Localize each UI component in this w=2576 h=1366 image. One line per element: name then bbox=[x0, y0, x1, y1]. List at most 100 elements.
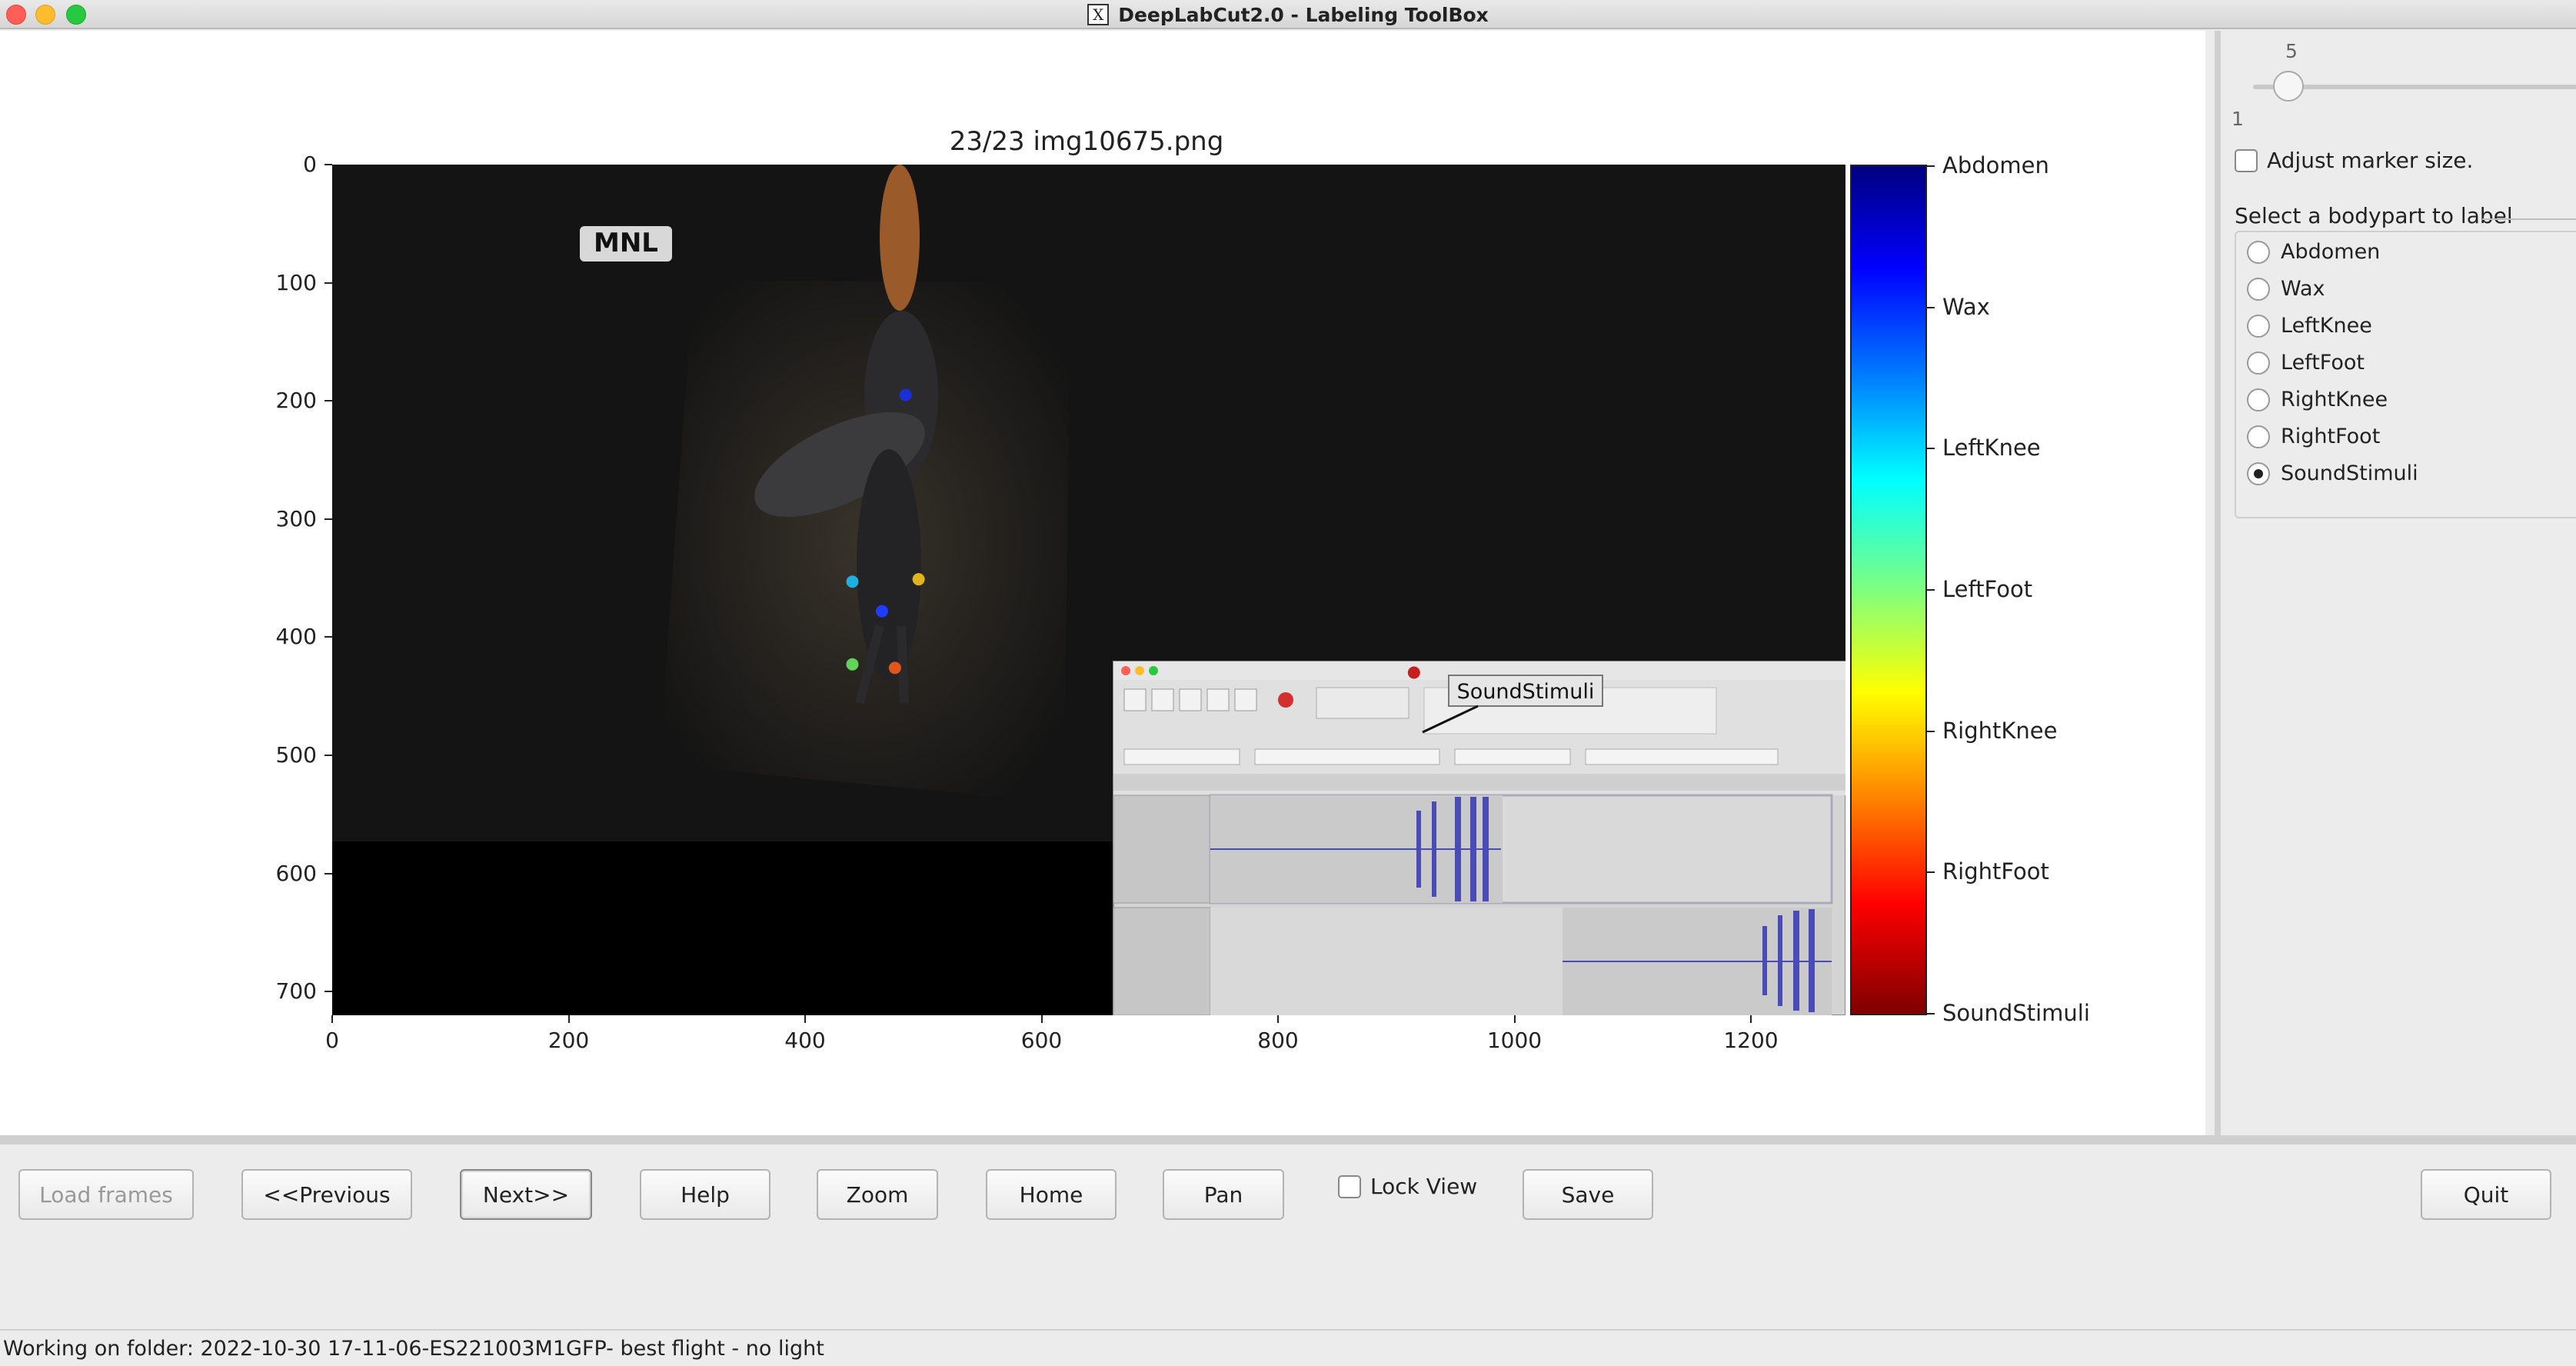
x-tick bbox=[1750, 1015, 1752, 1023]
bodypart-label: RightFoot bbox=[2281, 425, 2381, 448]
y-tick-label: 600 bbox=[275, 860, 317, 886]
y-tick-label: 500 bbox=[275, 742, 317, 768]
y-tick-label: 0 bbox=[303, 152, 317, 177]
bodypart-radio[interactable] bbox=[2247, 240, 2270, 264]
bodypart-option-abdomen[interactable]: Abdomen bbox=[2247, 240, 2380, 264]
lock-view-label: Lock View bbox=[1370, 1174, 1478, 1199]
x-tick-label: 1000 bbox=[1486, 1028, 1543, 1053]
x-tick bbox=[1040, 1015, 1043, 1023]
slider-max-label: 5 bbox=[2285, 40, 2298, 62]
x-tick-label: 200 bbox=[547, 1028, 590, 1053]
colorbar-tick bbox=[1927, 448, 1935, 450]
panel-divider[interactable] bbox=[0, 1135, 2576, 1144]
bodypart-radio[interactable] bbox=[2247, 425, 2270, 448]
y-tick bbox=[324, 400, 332, 402]
home-button[interactable]: Home bbox=[986, 1169, 1117, 1220]
bodypart-label: LeftFoot bbox=[2281, 351, 2365, 375]
lock-view-checkbox[interactable] bbox=[1338, 1174, 1361, 1198]
y-tick bbox=[324, 282, 332, 284]
marker-abdomen[interactable] bbox=[899, 388, 912, 401]
colorbar-label: SoundStimuli bbox=[1942, 1000, 2090, 1026]
bodypart-radio[interactable] bbox=[2247, 461, 2270, 485]
marker-rightfoot[interactable] bbox=[888, 661, 901, 675]
bodypart-radio[interactable] bbox=[2247, 388, 2270, 411]
y-tick bbox=[324, 518, 332, 520]
frame-image: MNL SoundStimuli bbox=[332, 165, 1845, 1015]
marker-leftknee[interactable] bbox=[846, 575, 859, 588]
pan-button[interactable]: Pan bbox=[1163, 1169, 1284, 1220]
x-tick-label: 400 bbox=[784, 1028, 826, 1053]
bodypart-option-rightfoot[interactable]: RightFoot bbox=[2247, 425, 2380, 448]
slider-min-label: 1 bbox=[2232, 108, 2244, 130]
marker-wax[interactable] bbox=[875, 605, 888, 618]
zoom-button[interactable]: Zoom bbox=[817, 1169, 938, 1220]
marker-tooltip-text: SoundStimuli bbox=[1457, 680, 1595, 704]
frame-image-axes[interactable]: MNL SoundStimuli bbox=[332, 165, 1845, 1015]
bodypart-label: Abdomen bbox=[2281, 240, 2381, 264]
marker-rightknee[interactable] bbox=[912, 573, 925, 586]
bodypart-option-leftfoot[interactable]: LeftFoot bbox=[2247, 351, 2365, 375]
y-tick bbox=[324, 872, 332, 875]
save-button[interactable]: Save bbox=[1523, 1169, 1653, 1220]
status-text: Working on folder: 2022-10-30 17-11-06-E… bbox=[3, 1336, 824, 1361]
figure-canvas[interactable]: 23/23 img10675.png MNL SoundStimuli 0 10… bbox=[0, 31, 2205, 1135]
colorbar bbox=[1850, 165, 1927, 1015]
bodypart-label: Wax bbox=[2281, 277, 2325, 301]
bodypart-label: RightKnee bbox=[2281, 388, 2388, 411]
lock-view-row[interactable]: Lock View bbox=[1338, 1174, 1477, 1199]
bodypart-radio[interactable] bbox=[2247, 314, 2270, 338]
y-tick-label: 100 bbox=[275, 269, 317, 295]
previous-button[interactable]: <<Previous bbox=[241, 1169, 412, 1220]
bodypart-radio-group: Abdomen Wax LeftKnee LeftFoot RightKnee Right… bbox=[2235, 231, 2576, 518]
y-tick bbox=[324, 164, 332, 165]
bodypart-option-rightknee[interactable]: RightKnee bbox=[2247, 388, 2388, 411]
bodypart-group-title: Select a bodypart to label bbox=[2235, 203, 2513, 228]
colorbar-label: RightFoot bbox=[1942, 858, 2049, 885]
adjust-marker-size-label: Adjust marker size. bbox=[2267, 148, 2474, 173]
colorbar-label: Wax bbox=[1942, 293, 1990, 320]
x-tick bbox=[1277, 1015, 1279, 1023]
x-tick-label: 0 bbox=[325, 1028, 339, 1053]
group-divider bbox=[2482, 218, 2576, 220]
x-tick-label: 800 bbox=[1257, 1028, 1299, 1053]
x11-app-icon: X bbox=[1087, 4, 1110, 25]
bodypart-option-leftknee[interactable]: LeftKnee bbox=[2247, 314, 2372, 338]
help-button[interactable]: Help bbox=[640, 1169, 770, 1220]
colorbar-label: LeftKnee bbox=[1942, 435, 2041, 461]
x-tick bbox=[331, 1015, 333, 1023]
stamp-label-text: MNL bbox=[594, 228, 658, 258]
colorbar-tick bbox=[1927, 165, 1935, 167]
x-tick bbox=[567, 1015, 570, 1023]
y-tick bbox=[324, 991, 332, 993]
bodypart-radio[interactable] bbox=[2247, 277, 2270, 301]
bodypart-option-wax[interactable]: Wax bbox=[2247, 277, 2325, 301]
x-tick-label: 600 bbox=[1020, 1028, 1063, 1053]
load-frames-button[interactable]: Load frames bbox=[18, 1169, 194, 1220]
y-tick bbox=[324, 755, 332, 757]
colorbar-tick bbox=[1927, 871, 1935, 874]
bodypart-label: SoundStimuli bbox=[2281, 461, 2418, 485]
colorbar-label: LeftFoot bbox=[1942, 576, 2033, 602]
marker-size-slider-knob[interactable] bbox=[2273, 71, 2304, 102]
y-tick-label: 400 bbox=[275, 624, 317, 650]
colorbar-label: RightKnee bbox=[1942, 717, 2058, 744]
bodypart-radio[interactable] bbox=[2247, 351, 2270, 375]
bodypart-label: LeftKnee bbox=[2281, 314, 2372, 338]
right-panel: 5 1 Adjust marker size. Select a bodypar… bbox=[2215, 31, 2576, 1135]
marker-soundstimuli[interactable] bbox=[1407, 666, 1420, 679]
colorbar-tick bbox=[1927, 730, 1935, 732]
status-bar: Working on folder: 2022-10-30 17-11-06-E… bbox=[0, 1329, 2576, 1366]
title-wrap: X DeepLabCut2.0 - Labeling ToolBox bbox=[0, 0, 2576, 29]
quit-button[interactable]: Quit bbox=[2421, 1169, 2551, 1220]
x-tick-label: 1200 bbox=[1723, 1028, 1779, 1053]
y-tick bbox=[324, 636, 332, 638]
next-button[interactable]: Next>> bbox=[460, 1169, 592, 1220]
colorbar-tick bbox=[1927, 306, 1935, 308]
adjust-marker-size-checkbox[interactable] bbox=[2235, 148, 2258, 172]
y-tick-label: 700 bbox=[275, 978, 317, 1005]
adjust-marker-size-row[interactable]: Adjust marker size. bbox=[2235, 148, 2473, 173]
bodypart-option-soundstimuli[interactable]: SoundStimuli bbox=[2247, 461, 2418, 485]
marker-leftfoot[interactable] bbox=[846, 658, 859, 671]
x-tick bbox=[1513, 1015, 1516, 1023]
y-tick-label: 200 bbox=[275, 388, 317, 414]
